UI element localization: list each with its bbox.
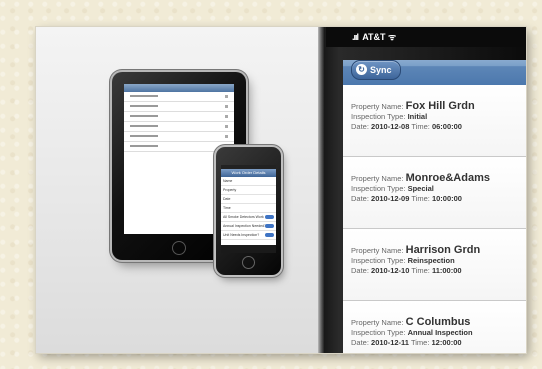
form-row-label: Name <box>223 179 233 183</box>
ipad-toolbar <box>124 84 234 92</box>
form-row-label: Date <box>223 197 231 201</box>
date-label: Date: <box>351 266 369 275</box>
inspection-type-label: Inspection Type: <box>351 256 406 265</box>
form-row-label: Property <box>223 188 237 192</box>
property-label: Property Name: <box>351 102 404 111</box>
date-value: 2010-12-11 <box>371 338 409 347</box>
list-item[interactable]: Property Name: Monroe&Adams Inspection T… <box>343 157 526 229</box>
inspection-type-label: Inspection Type: <box>351 112 406 121</box>
toggle-switch <box>265 224 274 228</box>
list-item[interactable]: Property Name: Fox Hill Grdn Inspection … <box>343 85 526 157</box>
home-button-icon <box>172 241 186 255</box>
iphone-form-row: Annual Inspection Needed? <box>221 222 276 231</box>
iphone-form-row: All Smoke Detectors Work <box>221 213 276 222</box>
iphone-form-row: Name <box>221 177 276 186</box>
time-label: Time: <box>410 338 430 347</box>
toggle-switch <box>265 233 274 237</box>
status-bar: .ııl AT&T ᯤ <box>326 27 526 47</box>
device-edge <box>318 27 324 353</box>
sync-label: Sync <box>370 65 392 75</box>
time-value: 10:00:00 <box>431 194 462 203</box>
ipad-list-item <box>124 132 234 142</box>
time-label: Time: <box>411 194 430 203</box>
date-label: Date: <box>351 338 369 347</box>
form-row-label: Annual Inspection Needed? <box>223 224 267 228</box>
date-value: 2010-12-08 <box>371 122 410 131</box>
date-value: 2010-12-09 <box>371 194 410 203</box>
ipad-list-item <box>124 102 234 112</box>
iphone-nav-title: Work Order Details <box>221 169 276 177</box>
property-label: Property Name: <box>351 174 404 183</box>
carrier-name: AT&T <box>362 32 386 42</box>
date-label: Date: <box>351 194 369 203</box>
inspection-list: Property Name: Fox Hill Grdn Inspection … <box>343 85 526 353</box>
iphone-device: Work Order Details Name Property Date Ti… <box>216 147 281 275</box>
inspection-type: Initial <box>407 112 428 121</box>
ipad-list-item <box>124 112 234 122</box>
property-label: Property Name: <box>351 318 404 327</box>
ipad-list-item <box>124 122 234 132</box>
time-label: Time: <box>411 122 430 131</box>
inspection-type-label: Inspection Type: <box>351 184 406 193</box>
property-name: Harrison Grdn <box>405 244 481 256</box>
list-item[interactable]: Property Name: C Columbus Inspection Typ… <box>343 301 526 353</box>
inspection-type: Annual Inspection <box>407 328 473 337</box>
device-showcase-panel: Work Order Details Name Property Date Ti… <box>36 27 318 353</box>
time-value: 06:00:00 <box>431 122 462 131</box>
iphone-tab-bar <box>221 245 276 253</box>
form-row-label: Time <box>223 206 231 210</box>
inspection-type: Special <box>407 184 434 193</box>
property-label: Property Name: <box>351 246 404 255</box>
property-name: Fox Hill Grdn <box>405 100 475 112</box>
refresh-icon: ↻ <box>356 64 367 76</box>
iphone-form-row: Property <box>221 186 276 195</box>
form-row-label: All Smoke Detectors Work <box>223 215 264 219</box>
iphone-form-row: Date <box>221 195 276 204</box>
toggle-switch <box>265 215 274 219</box>
form-row-label: Unit Needs Inspection? <box>223 233 260 237</box>
sync-button[interactable]: ↻ Sync <box>351 60 401 80</box>
date-label: Date: <box>351 122 369 131</box>
top-toolbar: ↻ Sync <box>343 60 526 86</box>
ipad-list-item <box>124 92 234 102</box>
time-value: 11:00:00 <box>431 266 462 275</box>
inspection-type: Reinspection <box>407 256 455 265</box>
time-value: 12:00:00 <box>431 338 462 347</box>
inspection-type-label: Inspection Type: <box>351 328 406 337</box>
wifi-icon: ᯤ <box>388 32 397 42</box>
signal-icon: .ııl <box>352 32 359 42</box>
carrier-indicator: .ııl AT&T ᯤ <box>352 27 396 47</box>
iphone-form-row: Unit Needs Inspection? <box>221 231 276 240</box>
date-value: 2010-12-10 <box>371 266 410 275</box>
property-name: C Columbus <box>405 316 471 328</box>
iphone-form-row: Time <box>221 204 276 213</box>
app-screen: ↻ Sync Property Name: Fox Hill Grdn Inspe… <box>343 60 526 353</box>
property-name: Monroe&Adams <box>405 172 490 184</box>
home-button-icon <box>242 256 255 269</box>
list-item[interactable]: Property Name: Harrison Grdn Inspection … <box>343 229 526 301</box>
iphone-screen: Work Order Details Name Property Date Ti… <box>221 165 276 253</box>
time-label: Time: <box>411 266 430 275</box>
